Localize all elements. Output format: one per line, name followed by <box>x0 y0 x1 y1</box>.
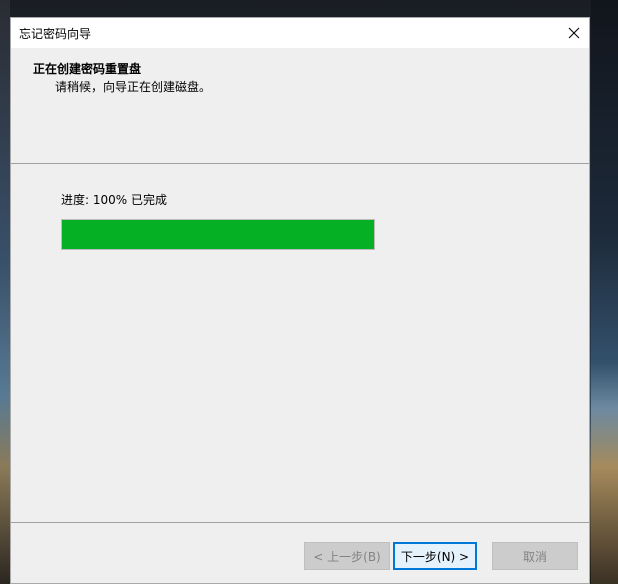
progress-label: 进度: 100% 已完成 <box>61 193 167 207</box>
next-button[interactable]: 下一步(N) > <box>393 542 477 570</box>
window-title: 忘记密码向导 <box>19 27 92 41</box>
wizard-header: 正在创建密码重置盘 请稍候，向导正在创建磁盘。 <box>11 48 589 163</box>
cancel-button[interactable]: 取消 <box>492 542 578 570</box>
desktop-wallpaper-right <box>591 0 618 584</box>
footer-divider <box>11 522 589 523</box>
title-bar: 忘记密码向导 <box>11 18 589 48</box>
page-subtitle: 请稍候，向导正在创建磁盘。 <box>55 80 212 94</box>
close-icon <box>568 24 580 43</box>
header-divider <box>11 163 589 164</box>
desktop-wallpaper-left <box>0 0 10 584</box>
back-button[interactable]: < 上一步(B) <box>304 542 390 570</box>
forgot-password-wizard-window: 忘记密码向导 正在创建密码重置盘 请稍候，向导正在创建磁盘。 进度: 100% … <box>10 17 590 584</box>
progress-bar <box>61 219 375 250</box>
page-title: 正在创建密码重置盘 <box>33 62 142 76</box>
progress-bar-fill <box>62 220 374 249</box>
close-button[interactable] <box>559 18 589 48</box>
